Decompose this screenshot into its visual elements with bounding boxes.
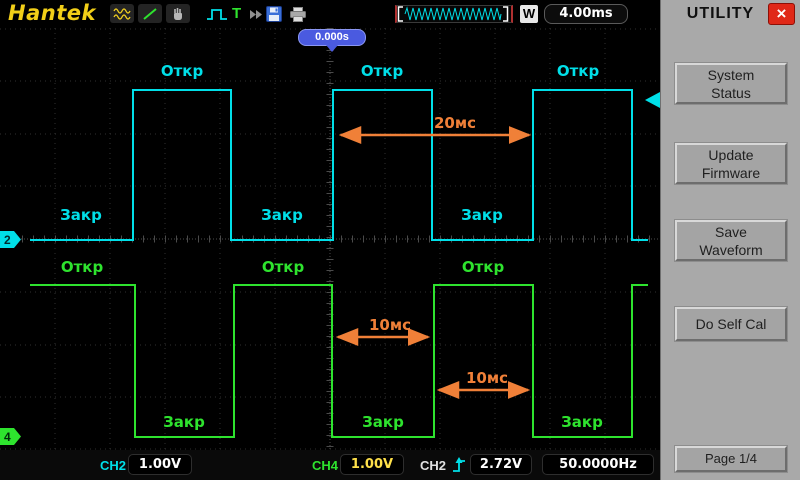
- save-waveform-button[interactable]: Save Waveform: [675, 220, 787, 261]
- ch4-open-label: Откр: [461, 258, 505, 276]
- close-button[interactable]: ×: [768, 3, 795, 25]
- line-tool-icon: [138, 4, 162, 23]
- ch2-open-label: Откр: [360, 62, 404, 80]
- ch4-open-label: Откр: [261, 258, 305, 276]
- ch2-closed-label: Закр: [261, 206, 303, 224]
- save-icon: [266, 6, 282, 22]
- ch2-open-label: Откр: [556, 62, 600, 80]
- top-bar: Hantek T W 4.00ms: [0, 0, 660, 28]
- ch2-trace: [30, 89, 648, 241]
- menu-header: UTILITY ×: [661, 0, 800, 28]
- ch4-closed-label: Закр: [163, 413, 205, 431]
- ch2-volts-readout: 1.00V: [128, 454, 192, 475]
- preview-waveform-icon: [397, 6, 509, 22]
- update-firmware-button[interactable]: Update Firmware: [675, 143, 787, 184]
- status-bar: CH2 1.00V CH4 1.00V CH2 2.72V 50.0000Hz: [0, 450, 660, 480]
- hand-icon: [174, 8, 182, 20]
- wave-gen-icon: [110, 4, 134, 23]
- ch2-closed-label: Закр: [461, 206, 503, 224]
- ch4-channel-marker[interactable]: 4: [0, 428, 21, 445]
- window-mode-indicator: W: [520, 5, 538, 23]
- page-button[interactable]: Page 1/4: [675, 446, 787, 472]
- scope-display-area: 2 4 Откр Откр Откр Закр Закр Закр Откр О…: [0, 28, 660, 450]
- half-period-annotation: 10мс: [368, 316, 412, 334]
- svg-text:4: 4: [4, 430, 11, 444]
- system-status-button[interactable]: System Status: [675, 63, 787, 104]
- ch4-open-label: Откр: [60, 258, 104, 276]
- ch4-closed-label: Закр: [561, 413, 603, 431]
- trigger-pulse-icon: [207, 9, 227, 20]
- ch2-label: CH2: [100, 458, 127, 473]
- ch4-label: CH4: [312, 458, 339, 473]
- half-period-annotation: 10мс: [465, 369, 509, 387]
- trigger-level-arrow[interactable]: [645, 92, 660, 108]
- trigger-source-label: CH2: [420, 458, 447, 473]
- ch4-volts-readout: 1.00V: [340, 454, 404, 475]
- scope-canvas: 2 4: [0, 28, 660, 450]
- timebase-readout: 4.00ms: [544, 4, 628, 24]
- rising-edge-icon: [453, 457, 465, 472]
- ch4-closed-label: Закр: [362, 413, 404, 431]
- frequency-readout: 50.0000Hz: [542, 454, 654, 475]
- sine-icon: [113, 7, 131, 20]
- trigger-level-readout: 2.72V: [470, 454, 532, 475]
- trigger-status-label: T: [232, 5, 242, 22]
- ch2-closed-label: Закр: [60, 206, 102, 224]
- do-self-cal-button[interactable]: Do Self Cal: [675, 307, 787, 341]
- menu-title: UTILITY: [686, 5, 755, 22]
- waveform-preview: [395, 5, 513, 23]
- time-offset-tooltip: 0.000s: [298, 29, 366, 52]
- ch4-trace: [30, 284, 648, 438]
- svg-text:2: 2: [4, 233, 11, 247]
- oscilloscope-screen: Hantek T W 4.00ms 2 4 Откр Откр Откр Зак…: [0, 0, 800, 480]
- arrows-icon: [250, 10, 262, 19]
- hand-tool-icon: [166, 4, 190, 23]
- utility-menu-panel: UTILITY × System Status Update Firmware …: [660, 0, 800, 480]
- time-offset-value: 0.000s: [315, 31, 349, 43]
- print-icon: [290, 7, 306, 22]
- ch2-open-label: Откр: [160, 62, 204, 80]
- tooltip-pointer-icon: [326, 45, 338, 52]
- hantek-logo: Hantek: [8, 1, 96, 25]
- period-annotation: 20мс: [433, 114, 477, 132]
- diagonal-line-icon: [143, 7, 157, 20]
- ch2-channel-marker[interactable]: 2: [0, 231, 21, 248]
